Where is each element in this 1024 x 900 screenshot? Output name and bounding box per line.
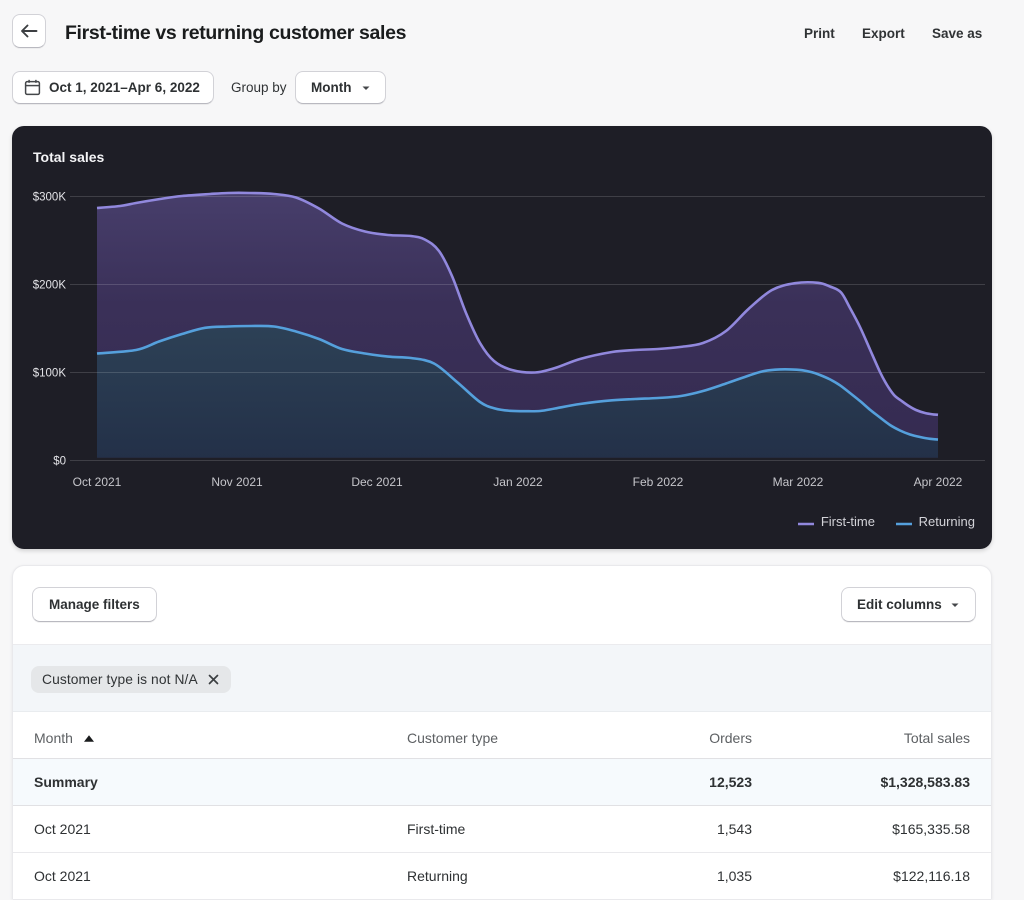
svg-text:$300K: $300K: [33, 192, 67, 204]
svg-text:Mar 2022: Mar 2022: [773, 475, 824, 489]
svg-text:Dec 2021: Dec 2021: [351, 475, 403, 489]
svg-text:Jan 2022: Jan 2022: [493, 475, 543, 489]
svg-text:$200K: $200K: [33, 280, 67, 292]
svg-text:Oct 2021: Oct 2021: [73, 475, 122, 489]
svg-text:$0: $0: [53, 456, 66, 468]
svg-text:Nov 2021: Nov 2021: [211, 475, 263, 489]
svg-text:$100K: $100K: [33, 368, 67, 380]
svg-text:Feb 2022: Feb 2022: [633, 475, 684, 489]
svg-text:Apr 2022: Apr 2022: [914, 475, 963, 489]
